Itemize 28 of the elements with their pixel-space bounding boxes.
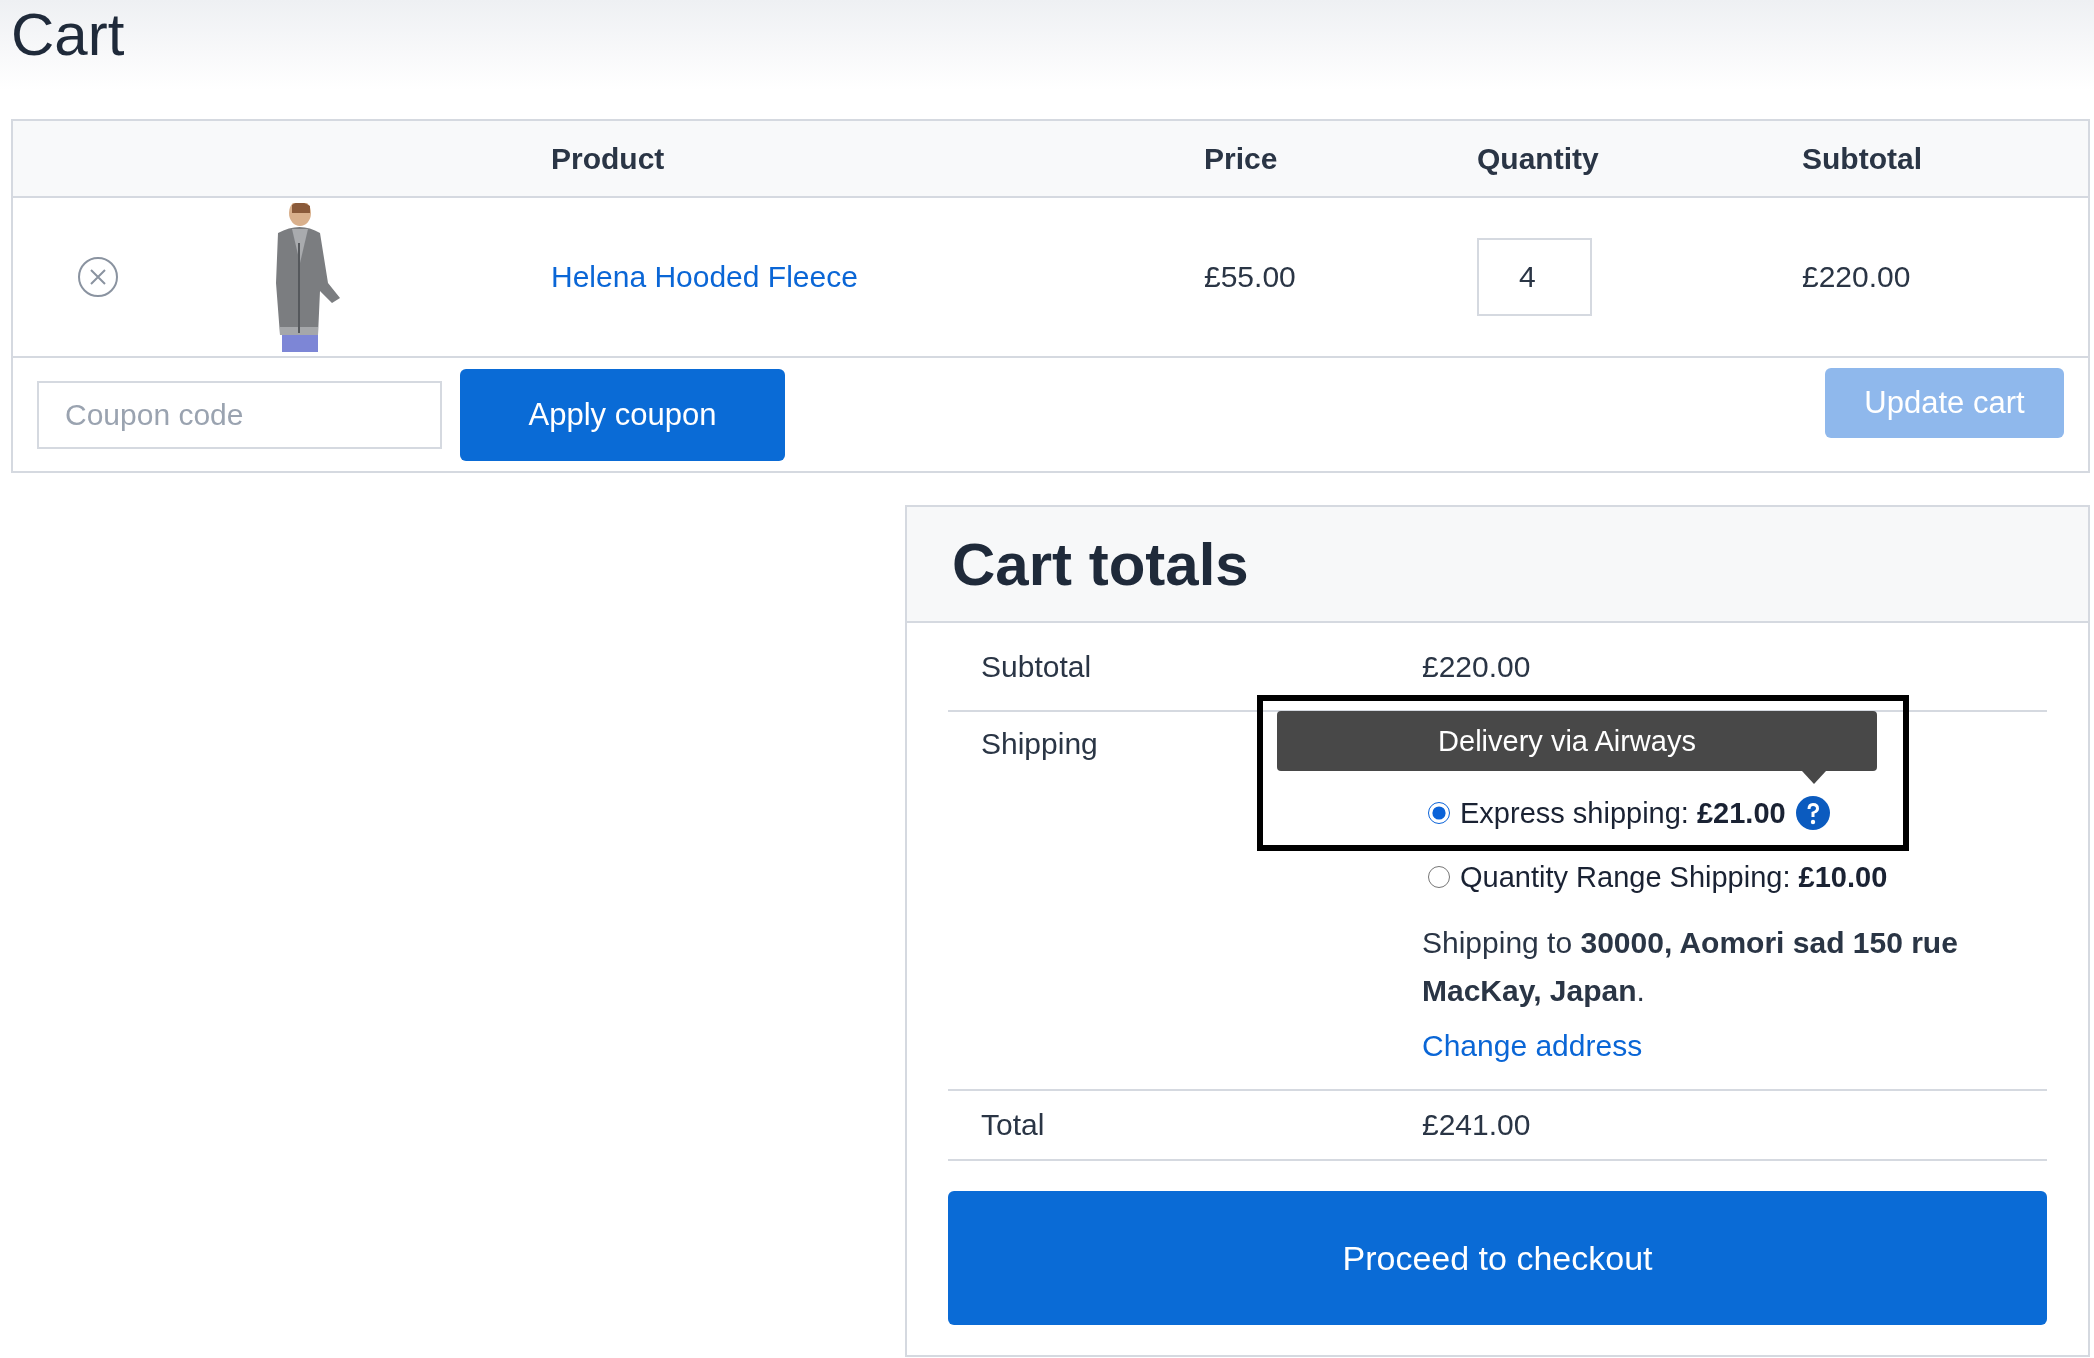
subtotal-label: Subtotal bbox=[980, 649, 1093, 684]
total-value: £241.00 bbox=[1422, 1108, 1532, 1142]
column-header: Subtotal bbox=[1802, 141, 1923, 176]
subtotal-value: £220.00 bbox=[1422, 649, 1532, 684]
shipping-option-label: Quantity Range Shipping: £10.00 bbox=[1460, 860, 1888, 894]
change-address-link[interactable]: Change address bbox=[1422, 1029, 1643, 1062]
coupon-field[interactable]: Coupon code bbox=[37, 380, 442, 449]
quantity-field[interactable]: 4 bbox=[1477, 238, 1592, 316]
shipping-option-label: Express shipping: £21.00 bbox=[1460, 796, 1786, 830]
shipping-destination-text: Shipping to 30000, Aomori sad 150 rue MacKay, Japan. bbox=[1422, 925, 1959, 1009]
tooltip-pointer bbox=[1802, 771, 1826, 784]
page-title: Cart bbox=[11, 0, 126, 70]
remove-icon[interactable] bbox=[77, 256, 119, 298]
column-header: Quantity bbox=[1477, 141, 1600, 176]
column-header: Product bbox=[551, 141, 666, 176]
checkout-button[interactable]: Proceed to checkout bbox=[948, 1191, 2047, 1325]
subtotal-text: £220.00 bbox=[1802, 260, 1912, 294]
apply-coupon-button[interactable]: Apply coupon bbox=[460, 368, 785, 461]
column-header: Price bbox=[1204, 141, 1279, 176]
shipping-radio[interactable] bbox=[1428, 802, 1450, 824]
shipping-radio[interactable] bbox=[1428, 866, 1450, 888]
help-icon[interactable] bbox=[1795, 796, 1830, 830]
cart-totals-title: Cart totals bbox=[952, 529, 1249, 599]
tooltip: Delivery via Airways bbox=[1277, 711, 1877, 771]
shipping-label: Shipping bbox=[980, 726, 1099, 761]
price-text: £55.00 bbox=[1204, 260, 1297, 294]
product-link[interactable]: Helena Hooded Fleece bbox=[551, 260, 858, 293]
total-label: Total bbox=[980, 1108, 1046, 1142]
